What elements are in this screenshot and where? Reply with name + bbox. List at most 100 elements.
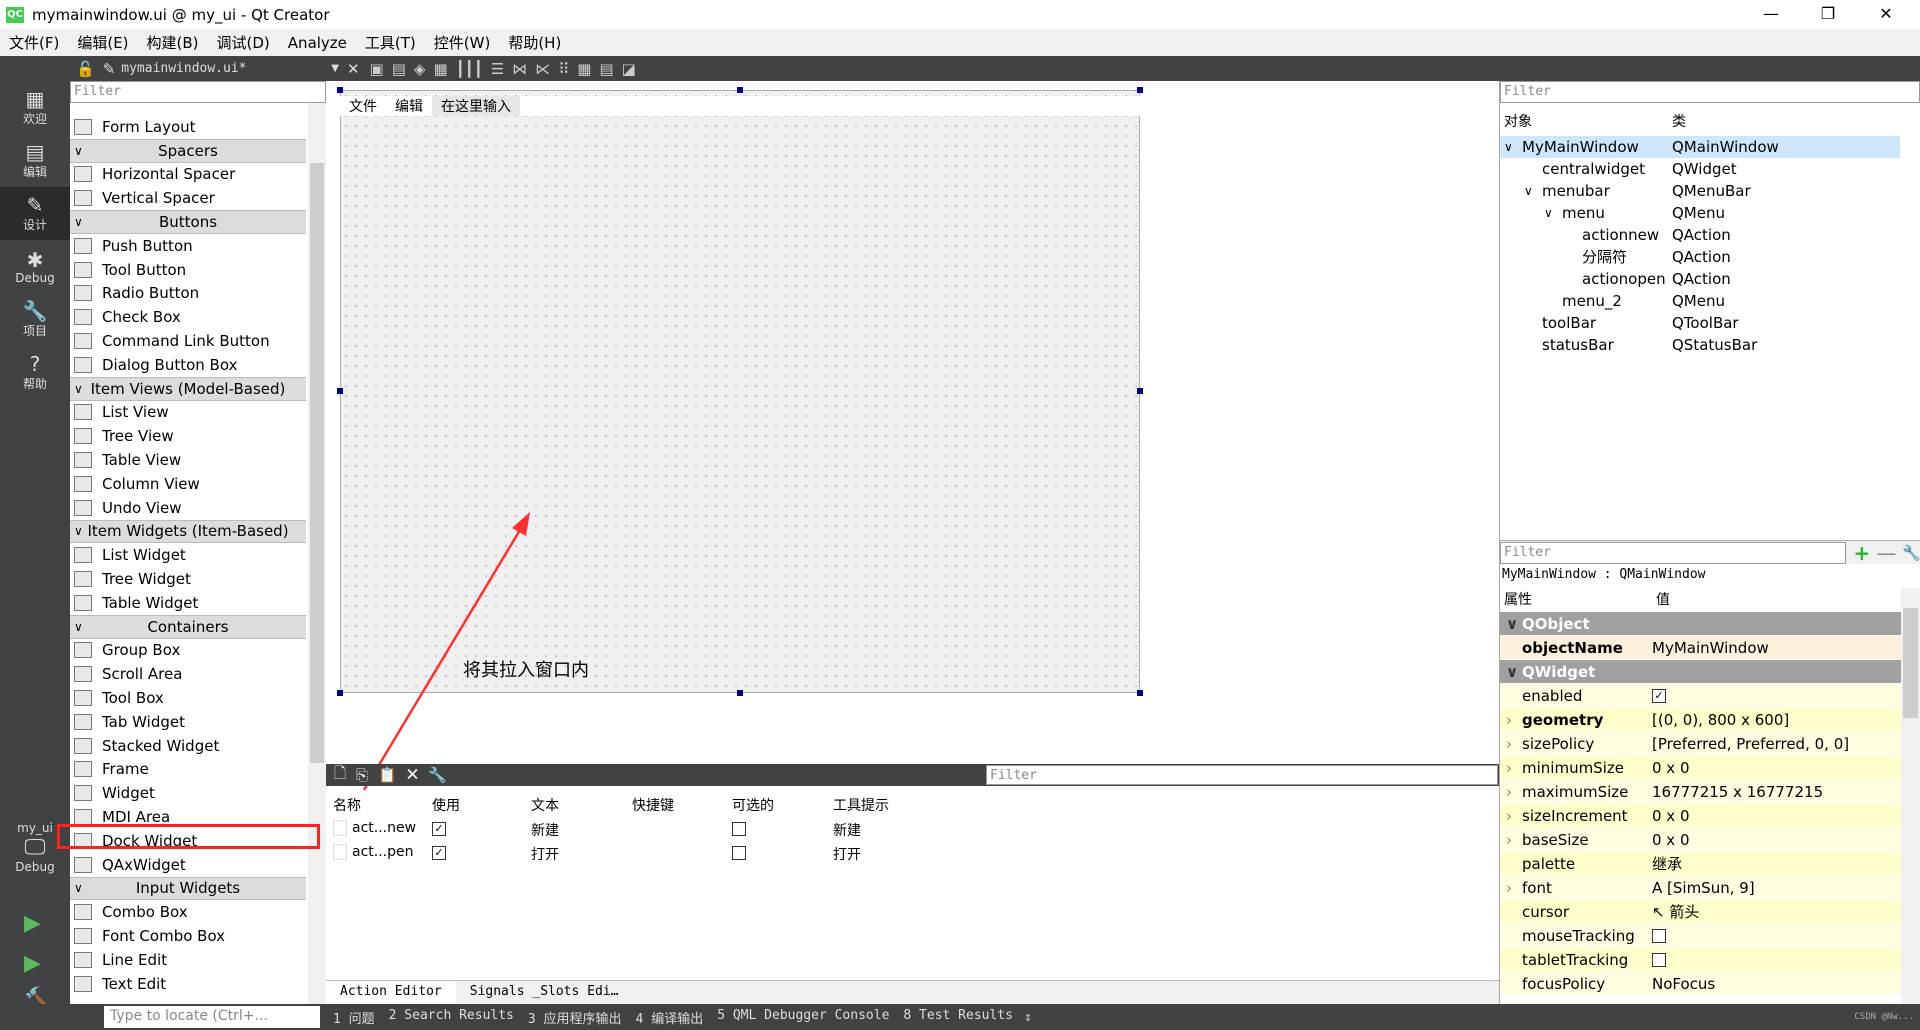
chevron-right-icon[interactable]: › — [1506, 804, 1512, 828]
object-tree-row[interactable]: menu_2 QMenu — [1500, 290, 1900, 312]
chevron-right-icon[interactable]: › — [1506, 708, 1512, 732]
delete-action-icon[interactable]: 🗙 — [407, 763, 418, 788]
object-tree-row[interactable]: statusBar QStatusBar — [1500, 334, 1900, 356]
add-property-icon[interactable]: + — [1854, 541, 1871, 565]
property-name: geometry — [1522, 711, 1604, 729]
property-row[interactable]: focusPolicy NoFocus — [1500, 972, 1902, 996]
property-value[interactable]: NoFocus — [1652, 972, 1715, 996]
action-editor-toolbar: 🗋 ⎘ 📋 🗙 🔧 Filter — [326, 764, 1499, 786]
chevron-down-icon[interactable]: ∨ — [1506, 612, 1518, 636]
property-value[interactable]: [(0, 0), 800 x 600] — [1652, 708, 1789, 732]
chevron-right-icon[interactable]: › — [1506, 828, 1512, 852]
output-pane-button[interactable]: 8 Test Results — [896, 1008, 1020, 1027]
property-row[interactable]: › sizeIncrement 0 x 0 — [1500, 804, 1902, 828]
chevron-down-icon[interactable]: ∨ — [1504, 136, 1513, 158]
property-row[interactable]: ∨ QWidget — [1500, 660, 1902, 684]
object-tree-row[interactable]: ∨ MyMainWindow QMainWindow — [1500, 136, 1900, 158]
object-filter-input[interactable]: Filter — [1500, 81, 1920, 103]
object-tree-row[interactable]: actionopen QAction — [1500, 268, 1900, 290]
object-name: toolBar — [1542, 314, 1597, 332]
object-name: menubar — [1542, 182, 1610, 200]
property-checkbox[interactable]: ✓ — [1652, 689, 1666, 703]
property-checkbox[interactable] — [1652, 929, 1666, 943]
property-row[interactable]: ∨ QObject — [1500, 612, 1902, 636]
chevron-right-icon[interactable]: › — [1506, 756, 1512, 780]
property-value[interactable]: [Preferred, Preferred, 0, 0] — [1652, 732, 1849, 756]
tab-signals-slots[interactable]: Signals _Slots Edi… — [456, 981, 633, 1004]
wrench-icon[interactable]: 🔧 — [1902, 544, 1920, 562]
toggle-panes-icon[interactable]: ⇕ — [1024, 1010, 1032, 1025]
property-row[interactable]: › geometry [(0, 0), 800 x 600] — [1500, 708, 1902, 732]
column-header[interactable]: 可选的 — [732, 795, 774, 815]
property-checkbox[interactable] — [1652, 953, 1666, 967]
object-tree-row[interactable]: actionnew QAction — [1500, 224, 1900, 246]
column-header[interactable]: 快捷键 — [632, 795, 674, 815]
property-row[interactable]: › font A [SimSun, 9] — [1500, 876, 1902, 900]
property-name: sizeIncrement — [1522, 807, 1628, 825]
object-tree-row[interactable]: centralwidget QWidget — [1500, 158, 1900, 180]
chevron-down-icon[interactable]: ∨ — [1506, 660, 1518, 684]
column-header[interactable]: 工具提示 — [833, 795, 889, 815]
output-pane-button[interactable]: 3 应用程序输出 — [521, 1008, 629, 1027]
chevron-right-icon[interactable]: › — [1506, 732, 1512, 756]
property-row[interactable]: palette 继承 — [1500, 852, 1902, 876]
property-name: enabled — [1522, 687, 1583, 705]
property-filter-input[interactable]: Filter — [1500, 541, 1846, 564]
column-header[interactable]: 使用 — [432, 795, 460, 815]
column-header[interactable]: 名称 — [333, 795, 361, 815]
tab-action-editor[interactable]: Action Editor — [326, 981, 456, 1004]
property-value[interactable]: MyMainWindow — [1652, 636, 1769, 660]
action-text: 打开 — [531, 847, 559, 863]
object-tree-row[interactable]: ∨ menubar QMenuBar — [1500, 180, 1900, 202]
property-value[interactable]: 0 x 0 — [1652, 828, 1690, 852]
property-row[interactable]: cursor ↖ 箭头 — [1500, 900, 1902, 924]
output-pane-button[interactable]: 4 编译输出 — [629, 1008, 711, 1027]
property-value[interactable]: 0 x 0 — [1652, 804, 1690, 828]
object-tree-row[interactable]: ∨ menu QMenu — [1500, 202, 1900, 224]
chevron-down-icon[interactable]: ∨ — [1524, 180, 1533, 202]
object-tree-row[interactable]: toolBar QToolBar — [1500, 312, 1900, 334]
checkable-checkbox[interactable] — [732, 846, 746, 860]
object-class: QMainWindow — [1672, 138, 1779, 156]
output-pane-button[interactable]: 2 Search Results — [382, 1008, 521, 1027]
output-pane-button[interactable]: 1 问题 — [326, 1008, 382, 1027]
property-row[interactable]: › maximumSize 16777215 x 16777215 — [1500, 780, 1902, 804]
action-filter-input[interactable]: Filter — [986, 765, 1498, 785]
property-value[interactable]: 0 x 0 — [1652, 756, 1690, 780]
property-scrollbar[interactable] — [1901, 588, 1920, 1004]
property-name: mouseTracking — [1522, 927, 1635, 945]
object-name: actionopen — [1582, 270, 1666, 288]
property-row[interactable]: › sizePolicy [Preferred, Preferred, 0, 0] — [1500, 732, 1902, 756]
remove-property-icon[interactable]: — — [1876, 541, 1896, 565]
locate-input[interactable]: Type to locate (Ctrl+... — [104, 1006, 320, 1028]
action-name[interactable]: act...new — [352, 820, 416, 836]
chevron-down-icon[interactable]: ∨ — [1544, 202, 1553, 224]
object-tree-row[interactable]: 分隔符 QAction — [1500, 246, 1900, 268]
action-editor-tabs: Action Editor Signals _Slots Edi… — [326, 980, 1499, 1004]
used-checkbox[interactable]: ✓ — [432, 846, 446, 860]
property-row[interactable]: mouseTracking — [1500, 924, 1902, 948]
property-row[interactable]: › minimumSize 0 x 0 — [1500, 756, 1902, 780]
property-value[interactable]: 继承 — [1652, 852, 1682, 876]
object-name: MyMainWindow — [1522, 138, 1639, 156]
property-row[interactable]: › baseSize 0 x 0 — [1500, 828, 1902, 852]
checkable-checkbox[interactable] — [732, 822, 746, 836]
property-value[interactable]: ↖ 箭头 — [1652, 900, 1699, 924]
configure-icon[interactable]: 🔧 — [428, 766, 447, 784]
action-name[interactable]: act...pen — [352, 844, 414, 860]
new-action-icon[interactable]: 🗋 — [334, 763, 346, 788]
property-row[interactable]: tabletTracking — [1500, 948, 1902, 972]
property-value[interactable]: A [SimSun, 9] — [1652, 876, 1755, 900]
chevron-right-icon[interactable]: › — [1506, 780, 1512, 804]
chevron-right-icon[interactable]: › — [1506, 876, 1512, 900]
property-name: tabletTracking — [1522, 951, 1629, 969]
output-pane-button[interactable]: 5 QML Debugger Console — [710, 1008, 896, 1027]
copy-action-icon[interactable]: ⎘ — [356, 766, 368, 784]
used-checkbox[interactable]: ✓ — [432, 822, 446, 836]
property-value[interactable]: 16777215 x 16777215 — [1652, 780, 1823, 804]
property-row[interactable]: objectName MyMainWindow — [1500, 636, 1902, 660]
paste-action-icon[interactable]: 📋 — [378, 766, 397, 784]
column-header[interactable]: 文本 — [531, 795, 559, 815]
annotation-text: 将其拉入窗口内 — [463, 660, 589, 681]
property-row[interactable]: enabled ✓ — [1500, 684, 1902, 708]
